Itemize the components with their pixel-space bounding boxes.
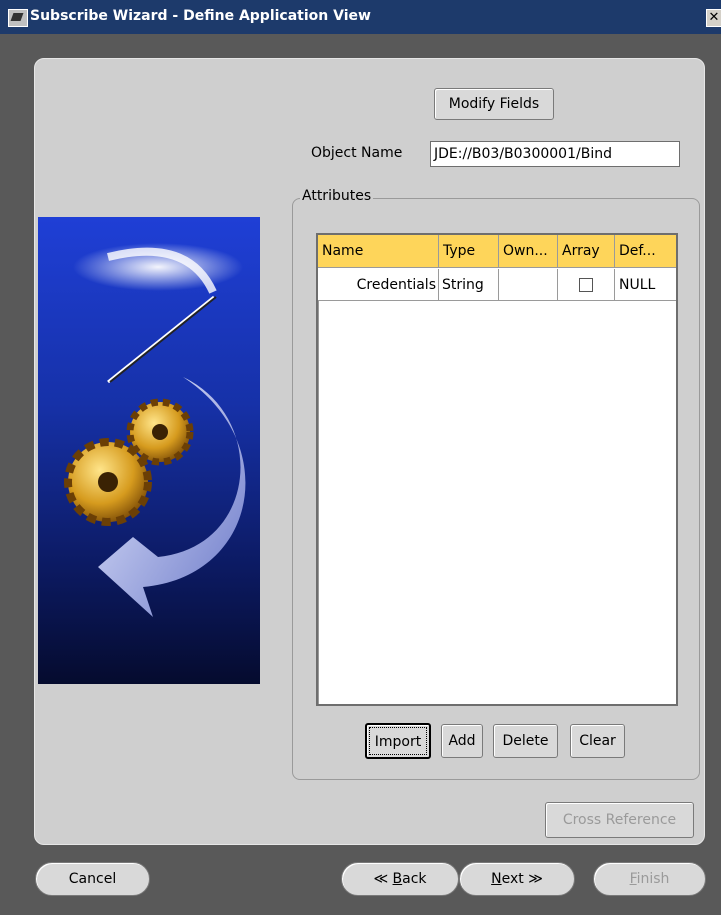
gear-large [64, 438, 152, 526]
column-header-type[interactable]: Type [439, 235, 499, 268]
table-header: Name Type Own... Array Def... [318, 235, 676, 268]
back-mnemonic: B [392, 871, 403, 887]
back-button[interactable]: ≪ Back [341, 862, 459, 896]
array-checkbox[interactable] [579, 278, 593, 292]
close-icon[interactable]: ✕ [706, 9, 721, 27]
delete-button[interactable]: Delete [493, 724, 558, 758]
wand [107, 295, 215, 384]
cancel-button[interactable]: Cancel [35, 862, 150, 896]
next-arrow-icon: ≫ [528, 871, 543, 887]
finish-button[interactable]: Finish [593, 862, 706, 896]
next-mnemonic: N [491, 871, 502, 887]
object-name-field[interactable]: JDE://B03/B0300001/Bind [430, 141, 680, 167]
modify-fields-button[interactable]: Modify Fields [434, 88, 554, 120]
add-button[interactable]: Add [441, 724, 483, 758]
finish-label: inish [636, 871, 670, 887]
gear-small [126, 398, 194, 466]
cell-default[interactable]: NULL [615, 269, 676, 301]
wizard-app-icon [8, 9, 28, 27]
column-header-owner[interactable]: Own... [499, 235, 558, 268]
cell-array [558, 269, 615, 301]
column-header-name[interactable]: Name [318, 235, 439, 268]
attributes-table[interactable]: Name Type Own... Array Def... Credential… [316, 233, 678, 706]
column-header-array[interactable]: Array [558, 235, 615, 268]
wand-shadow [109, 296, 217, 383]
column-header-default[interactable]: Def... [615, 235, 676, 268]
illustration-svg [64, 243, 246, 617]
attributes-group-label: Attributes [300, 188, 374, 204]
gears-wand-arrow-illustration [38, 217, 260, 684]
object-name-label: Object Name [311, 145, 403, 161]
title-bar: Subscribe Wizard - Define Application Vi… [0, 0, 721, 34]
cell-owner[interactable] [499, 269, 558, 301]
clear-button[interactable]: Clear [570, 724, 625, 758]
window-title: Subscribe Wizard - Define Application Vi… [30, 8, 371, 24]
cell-type[interactable]: String [439, 269, 499, 301]
next-label: ext [501, 871, 524, 887]
next-button[interactable]: Next ≫ [459, 862, 575, 896]
cell-name[interactable]: Credentials [318, 269, 439, 301]
finish-mnemonic: F [629, 871, 637, 887]
back-arrow-icon: ≪ [373, 871, 389, 887]
cross-reference-button[interactable]: Cross Reference [545, 802, 694, 838]
table-left-rule [318, 301, 319, 704]
back-label: ack [402, 871, 427, 887]
import-button[interactable]: Import [365, 723, 431, 759]
